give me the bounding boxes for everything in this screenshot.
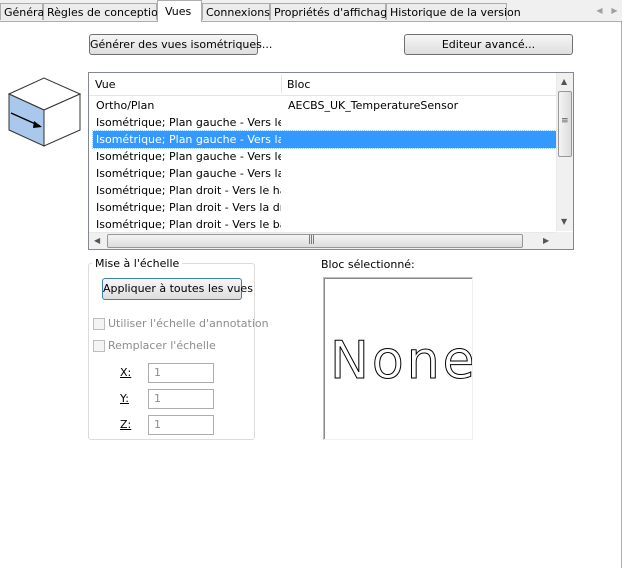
preview-drawing: None <box>330 331 476 392</box>
scroll-up-icon[interactable]: ▲ <box>561 77 567 87</box>
selected-block-label: Bloc sélectionné: <box>321 258 415 271</box>
vertical-scroll-thumb[interactable]: ≡ <box>558 91 572 157</box>
use-annotation-scale-checkbox[interactable] <box>93 318 105 330</box>
list-item[interactable]: Ortho/Plan AECBS_UK_TemperatureSensor <box>93 97 556 114</box>
tab-panel-border <box>0 21 622 22</box>
scale-x-field[interactable]: 1 <box>148 363 214 383</box>
grip-icon: ||| <box>308 235 315 245</box>
list-item[interactable]: Isométrique; Plan gauche - Vers le ... <box>93 114 556 131</box>
tab-version-history[interactable]: Historique de la version <box>386 3 521 20</box>
scale-x-label: X: <box>120 366 132 379</box>
list-item[interactable]: Isométrique; Plan gauche - Vers le bas <box>93 148 556 165</box>
tab-scroll-arrows: ◀ ▶ <box>592 2 622 18</box>
apply-all-views-button[interactable]: Mise à l'échelle Appliquer à toutes les … <box>102 278 253 300</box>
generate-iso-views-button[interactable]: Générer des vues isométriques... <box>89 34 272 55</box>
chevron-left-icon[interactable]: ◀ <box>596 6 602 15</box>
list-item[interactable]: Isométrique; Plan gauche - Vers la ... <box>93 165 556 182</box>
views-list[interactable]: Vue Bloc Ortho/Plan AECBS_UK_Temperature… <box>88 72 574 250</box>
vertical-scrollbar[interactable]: ▲ ≡ ▼ <box>556 73 573 231</box>
scroll-left-icon[interactable]: ◀ <box>94 236 100 246</box>
iso-cube-icon <box>6 74 82 152</box>
views-list-header: Vue Bloc <box>89 73 556 96</box>
use-annotation-scale-label: Utiliser l'échelle d'annotation <box>108 317 269 330</box>
override-scale-checkbox[interactable] <box>93 340 105 352</box>
preview-text: None <box>330 331 472 391</box>
list-item[interactable]: Isométrique; Plan droit - Vers la droite <box>93 199 556 216</box>
scale-y-field[interactable]: 1 <box>148 389 214 409</box>
list-item[interactable]: Isométrique; Plan droit - Vers le haut <box>93 182 556 199</box>
scale-y-label: Y: <box>120 392 129 405</box>
scroll-right-icon[interactable]: ▶ <box>543 236 549 246</box>
chevron-right-icon[interactable]: ▶ <box>611 6 617 15</box>
advanced-editor-button[interactable]: Editeur avancé... <box>404 34 573 55</box>
scale-z-field[interactable]: 1 <box>148 415 214 435</box>
horizontal-scrollbar[interactable]: ◀ ||| ▶ <box>89 232 556 249</box>
scale-group-title: Mise à l'échelle <box>92 257 183 271</box>
tab-views[interactable]: Vues <box>157 0 202 22</box>
scale-z-label: Z: <box>120 418 132 431</box>
tab-general[interactable]: Général <box>0 3 47 20</box>
tab-design-rules[interactable]: Règles de conception <box>43 3 165 20</box>
block-preview: None <box>323 277 476 440</box>
override-scale-label: Remplacer l'échelle <box>108 339 216 352</box>
horizontal-scroll-thumb[interactable]: ||| <box>107 234 523 248</box>
scrollbar-corner <box>556 232 573 249</box>
scroll-down-icon[interactable]: ▼ <box>561 217 567 227</box>
tab-display-properties[interactable]: Propriétés d'affichage <box>270 3 394 20</box>
list-item[interactable]: Isométrique; Plan droit - Vers le bas <box>93 216 556 233</box>
column-header-bloc[interactable]: Bloc <box>281 73 556 95</box>
list-item-selected[interactable]: Isométrique; Plan gauche - Vers la ... <box>92 130 557 149</box>
tab-bar: Général Règles de conception Vues Connex… <box>0 0 622 22</box>
tab-connections[interactable]: Connexions <box>202 3 270 20</box>
column-header-vue[interactable]: Vue <box>89 73 281 95</box>
grip-icon: ≡ <box>561 116 568 126</box>
